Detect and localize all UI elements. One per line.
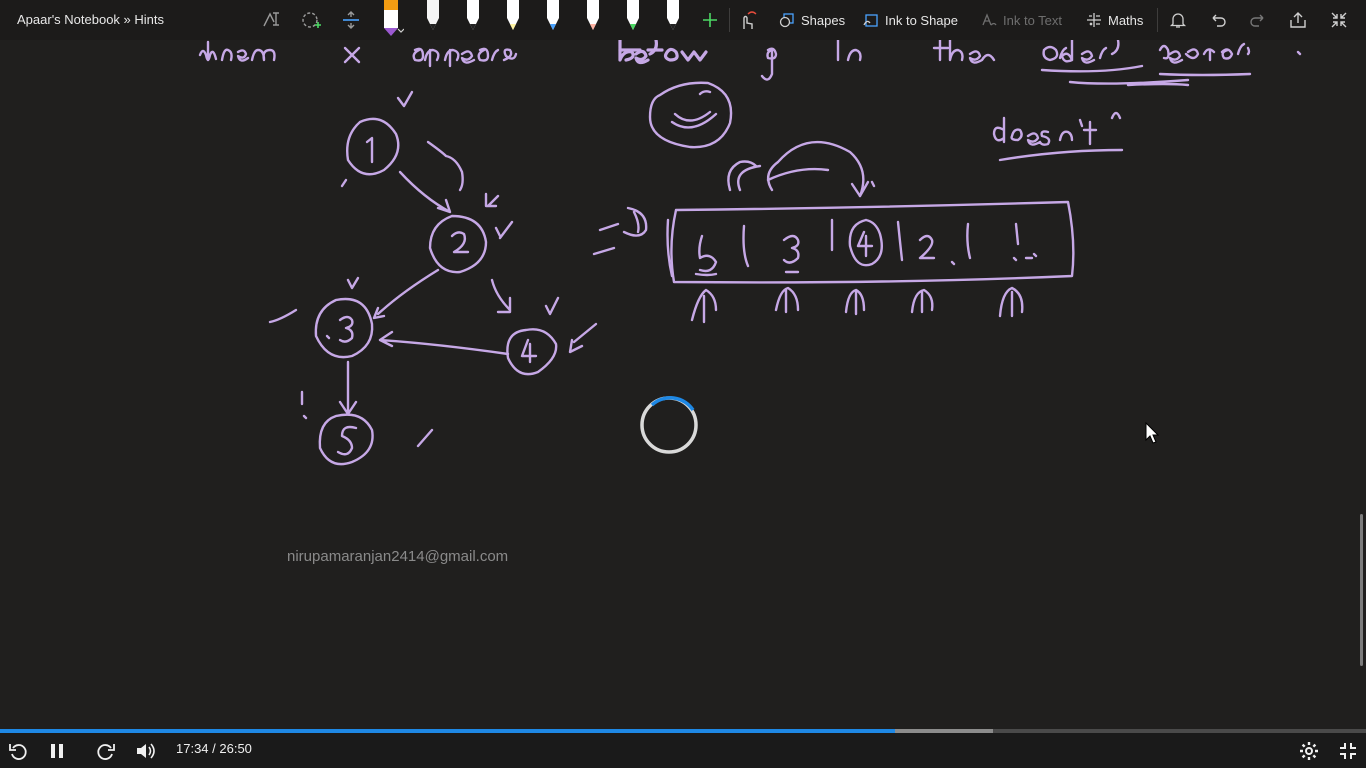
shapes-icon bbox=[779, 13, 794, 28]
graph-node-4 bbox=[506, 296, 598, 376]
array-pointer-arrows bbox=[690, 286, 1024, 324]
smiley-doodle bbox=[648, 81, 733, 149]
insert-space-icon[interactable] bbox=[337, 6, 365, 34]
canvas-scrollbar[interactable] bbox=[1360, 514, 1363, 666]
order-vector-array bbox=[592, 200, 1075, 284]
lasso-select-icon[interactable] bbox=[257, 6, 285, 34]
lasso-add-icon[interactable] bbox=[297, 6, 325, 34]
array-cell-2 bbox=[918, 234, 956, 266]
shapes-button[interactable]: Shapes bbox=[779, 8, 845, 32]
mouse-cursor-icon bbox=[1145, 421, 1160, 449]
array-cell-3 bbox=[782, 234, 800, 274]
maths-icon bbox=[1087, 13, 1101, 27]
swap-arrow-doodle bbox=[727, 140, 876, 198]
pen-2-icon[interactable] bbox=[464, 0, 482, 36]
exit-fullscreen-icon[interactable] bbox=[1325, 6, 1353, 34]
top-toolbar: Apaar's Notebook » Hints Shapes Ink to S… bbox=[0, 0, 1366, 40]
pen-1-icon[interactable] bbox=[424, 0, 442, 36]
undo-icon[interactable] bbox=[1204, 6, 1232, 34]
note-doesnt bbox=[992, 111, 1124, 162]
ink-to-text-label: Ink to Text bbox=[1003, 12, 1063, 28]
breadcrumb-title: Apaar's Notebook » Hints bbox=[17, 12, 165, 27]
pen-peach-icon[interactable] bbox=[584, 0, 602, 36]
loading-spinner-icon bbox=[638, 394, 700, 456]
graph-node-3 bbox=[268, 276, 374, 359]
pen-green-icon[interactable] bbox=[624, 0, 642, 36]
ink-to-shape-icon bbox=[863, 14, 878, 27]
graph-node-2 bbox=[428, 192, 514, 274]
handwritten-line-1 bbox=[198, 40, 1302, 87]
add-pen-icon[interactable] bbox=[696, 6, 724, 34]
pen-blue-icon[interactable] bbox=[544, 0, 562, 36]
graph-edges bbox=[338, 140, 512, 416]
ink-to-text-button[interactable]: Ink to Text bbox=[981, 8, 1062, 32]
replay-back-icon[interactable] bbox=[5, 738, 31, 764]
array-cell-1 bbox=[1012, 222, 1038, 262]
volume-icon[interactable] bbox=[132, 738, 158, 764]
shapes-label: Shapes bbox=[801, 12, 846, 28]
forward-icon[interactable] bbox=[93, 738, 119, 764]
bell-icon[interactable] bbox=[1164, 6, 1192, 34]
graph-node-5 bbox=[300, 390, 434, 466]
pause-icon[interactable] bbox=[44, 738, 70, 764]
video-player-controls: 17:34 / 26:50 bbox=[0, 733, 1366, 768]
maths-button[interactable]: Maths bbox=[1086, 8, 1143, 32]
maths-label: Maths bbox=[1108, 12, 1144, 28]
array-cell-4 bbox=[848, 218, 883, 267]
ink-to-text-icon bbox=[982, 13, 997, 26]
settings-gear-icon[interactable] bbox=[1296, 738, 1322, 764]
notebook-canvas[interactable]: nirupamaranjan2414@gmail.com bbox=[0, 40, 1366, 730]
touch-draw-icon[interactable] bbox=[733, 6, 761, 34]
watermark-email: nirupamaranjan2414@gmail.com bbox=[287, 548, 509, 565]
ink-to-shape-label: Ink to Shape bbox=[885, 12, 958, 28]
exit-fullscreen-player-icon[interactable] bbox=[1335, 738, 1361, 764]
ink-to-shape-button[interactable]: Ink to Shape bbox=[863, 8, 958, 32]
time-display: 17:34 / 26:50 bbox=[176, 741, 252, 756]
share-icon[interactable] bbox=[1284, 6, 1312, 34]
redo-icon[interactable] bbox=[1244, 6, 1272, 34]
pen-yellow-icon[interactable] bbox=[504, 0, 522, 36]
handwriting-ink bbox=[198, 40, 1302, 466]
app-window: Apaar's Notebook » Hints Shapes Ink to S… bbox=[0, 0, 1366, 768]
pen-black-icon[interactable] bbox=[664, 0, 682, 36]
array-cell-5 bbox=[694, 234, 718, 277]
active-pen-icon[interactable] bbox=[382, 0, 405, 36]
